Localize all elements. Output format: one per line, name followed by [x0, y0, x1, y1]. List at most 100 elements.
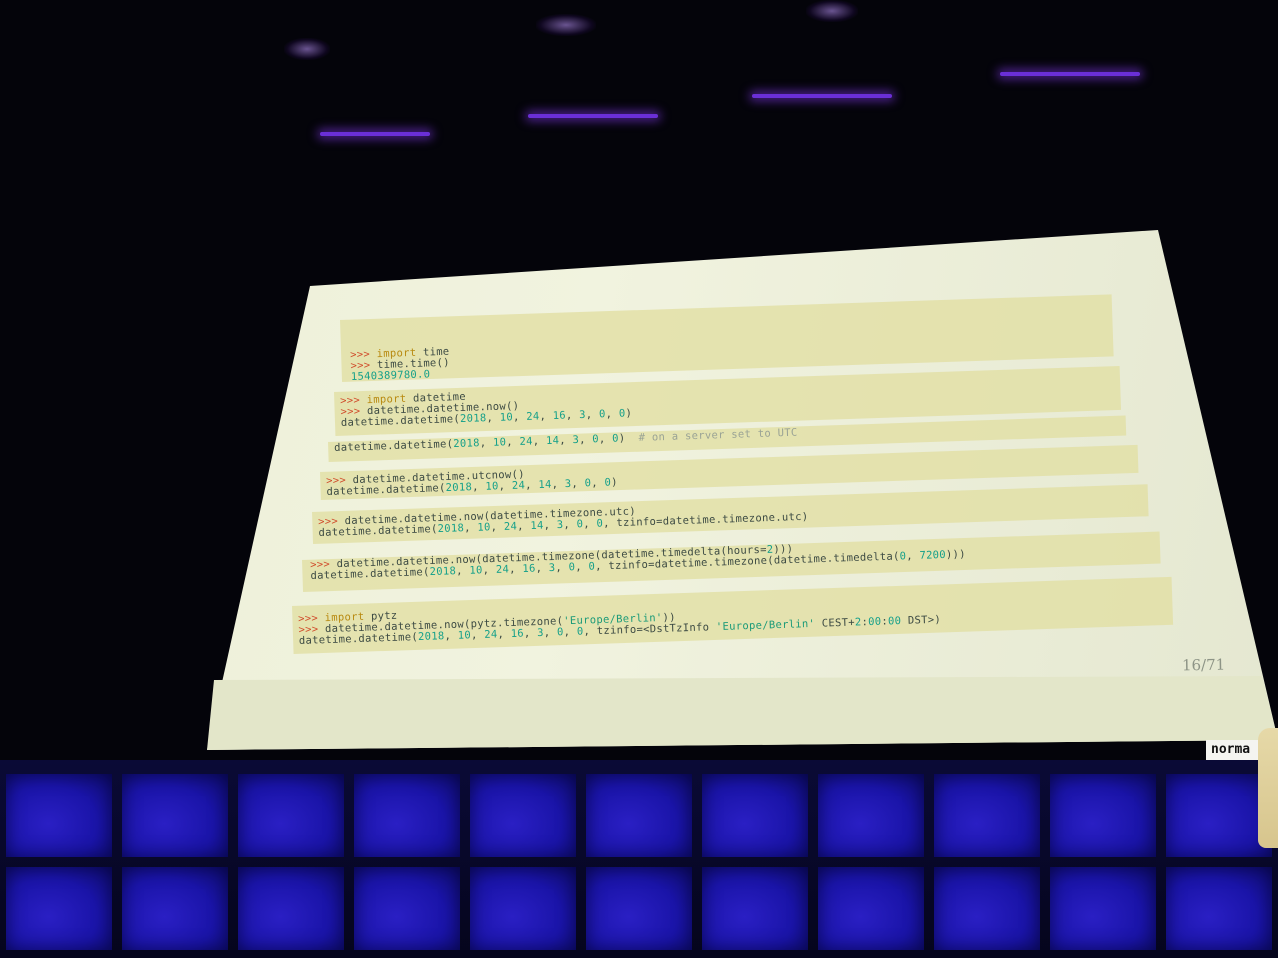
code-token: ,	[563, 518, 577, 531]
code-token: ,	[598, 432, 613, 446]
code-token: ,	[591, 476, 605, 490]
lighting-rig	[284, 38, 330, 60]
code-token: 16	[522, 562, 536, 575]
code-token: ,	[524, 478, 539, 492]
code-token: 00	[867, 615, 882, 629]
code-token: ,	[563, 625, 578, 639]
led-tile	[586, 867, 692, 950]
code-token: 7200	[919, 548, 947, 562]
code-token: 10	[492, 436, 507, 449]
code-token: 2018	[417, 630, 445, 644]
code-token: 2018	[445, 481, 473, 495]
ceiling-light	[528, 114, 658, 118]
ceiling-light	[1000, 72, 1140, 76]
code-block: >>> import time >>> time.time() 1540389780…	[350, 346, 450, 383]
code-token: ,	[512, 410, 527, 424]
code-token: ,	[479, 436, 494, 450]
speaker-figure	[1258, 728, 1278, 848]
code-token: ,	[523, 627, 538, 640]
led-tile	[702, 774, 808, 857]
code-token: ,	[471, 480, 486, 494]
led-tile	[238, 774, 344, 857]
code-token: ,	[482, 563, 497, 577]
code-token: 24	[526, 410, 540, 423]
code-token: 00	[887, 615, 902, 628]
code-token: 10	[469, 564, 483, 577]
code-token: CEST+	[814, 616, 856, 630]
led-tile	[934, 774, 1040, 857]
code-token: ,	[463, 521, 478, 535]
code-token: 16	[552, 409, 567, 422]
lighting-rig	[806, 0, 858, 22]
code-token: ,	[559, 434, 573, 447]
code-token: )	[625, 407, 633, 420]
code-token: ,	[490, 520, 505, 534]
code-token: ,	[543, 519, 558, 532]
code-token: 24	[511, 479, 526, 492]
code-token: 24	[519, 435, 533, 448]
code-token: ,	[906, 549, 920, 563]
code-token: ,	[565, 409, 580, 422]
led-tile	[354, 774, 460, 857]
code-token: 14	[538, 478, 552, 491]
code-token: ,	[539, 409, 553, 423]
code-token: ,	[575, 560, 589, 574]
code-token: 14	[545, 434, 560, 447]
code-token: ,	[551, 478, 566, 491]
code-token: 24	[484, 628, 498, 641]
led-tile	[470, 774, 576, 857]
code-token: 2018	[437, 522, 465, 536]
code-token: ,	[497, 627, 511, 641]
led-tile	[702, 867, 808, 950]
led-tile	[934, 867, 1040, 950]
led-tile	[818, 774, 924, 857]
code-token: ,	[508, 562, 523, 576]
led-tile	[1050, 867, 1156, 950]
code-token: ,	[583, 517, 597, 531]
led-tile	[1050, 774, 1156, 857]
code-token: 24	[503, 520, 518, 533]
code-token: ,	[455, 564, 470, 578]
led-tile	[6, 774, 112, 857]
code-token: ,	[486, 411, 500, 425]
code-token: ,	[532, 434, 547, 448]
code-token: ,	[571, 477, 585, 490]
code-token: 14	[530, 519, 544, 532]
code-token: 16	[510, 627, 525, 640]
code-token: ,	[555, 561, 569, 574]
led-tile	[1166, 774, 1272, 857]
code-token: ,	[516, 519, 531, 533]
code-token: 24	[495, 563, 510, 576]
led-tile	[1166, 867, 1272, 950]
led-tile	[586, 774, 692, 857]
code-token: 2018	[453, 437, 480, 451]
led-tile	[470, 867, 576, 950]
code-token: ,	[444, 629, 458, 643]
code-token: DST>)	[901, 613, 942, 627]
code-token: 10	[485, 480, 499, 493]
code-token: ,	[498, 479, 513, 493]
code-token: ,	[506, 435, 520, 449]
stage-led-wall	[0, 760, 1278, 958]
code-token: 10	[477, 521, 491, 534]
code-token: 10	[457, 629, 472, 642]
code-token: )))	[945, 548, 967, 561]
code-token: ,	[585, 408, 600, 421]
lighting-rig	[536, 14, 596, 36]
led-tile	[354, 867, 460, 950]
code-token: ,	[543, 626, 558, 639]
code-token: 2018	[429, 565, 457, 579]
code-token: ,	[535, 562, 550, 575]
ceiling-light	[752, 94, 892, 98]
code-token: ,	[578, 433, 593, 446]
slide-page-indicator: 16/71	[1181, 655, 1226, 675]
code-token: ,	[470, 628, 485, 642]
led-tile	[122, 867, 228, 950]
code-token: )	[610, 476, 619, 489]
code-token: )	[618, 431, 639, 445]
led-tile	[6, 867, 112, 950]
code-token: 10	[499, 411, 514, 424]
led-tile	[818, 867, 924, 950]
led-tile	[122, 774, 228, 857]
code-token: 2018	[459, 412, 487, 426]
